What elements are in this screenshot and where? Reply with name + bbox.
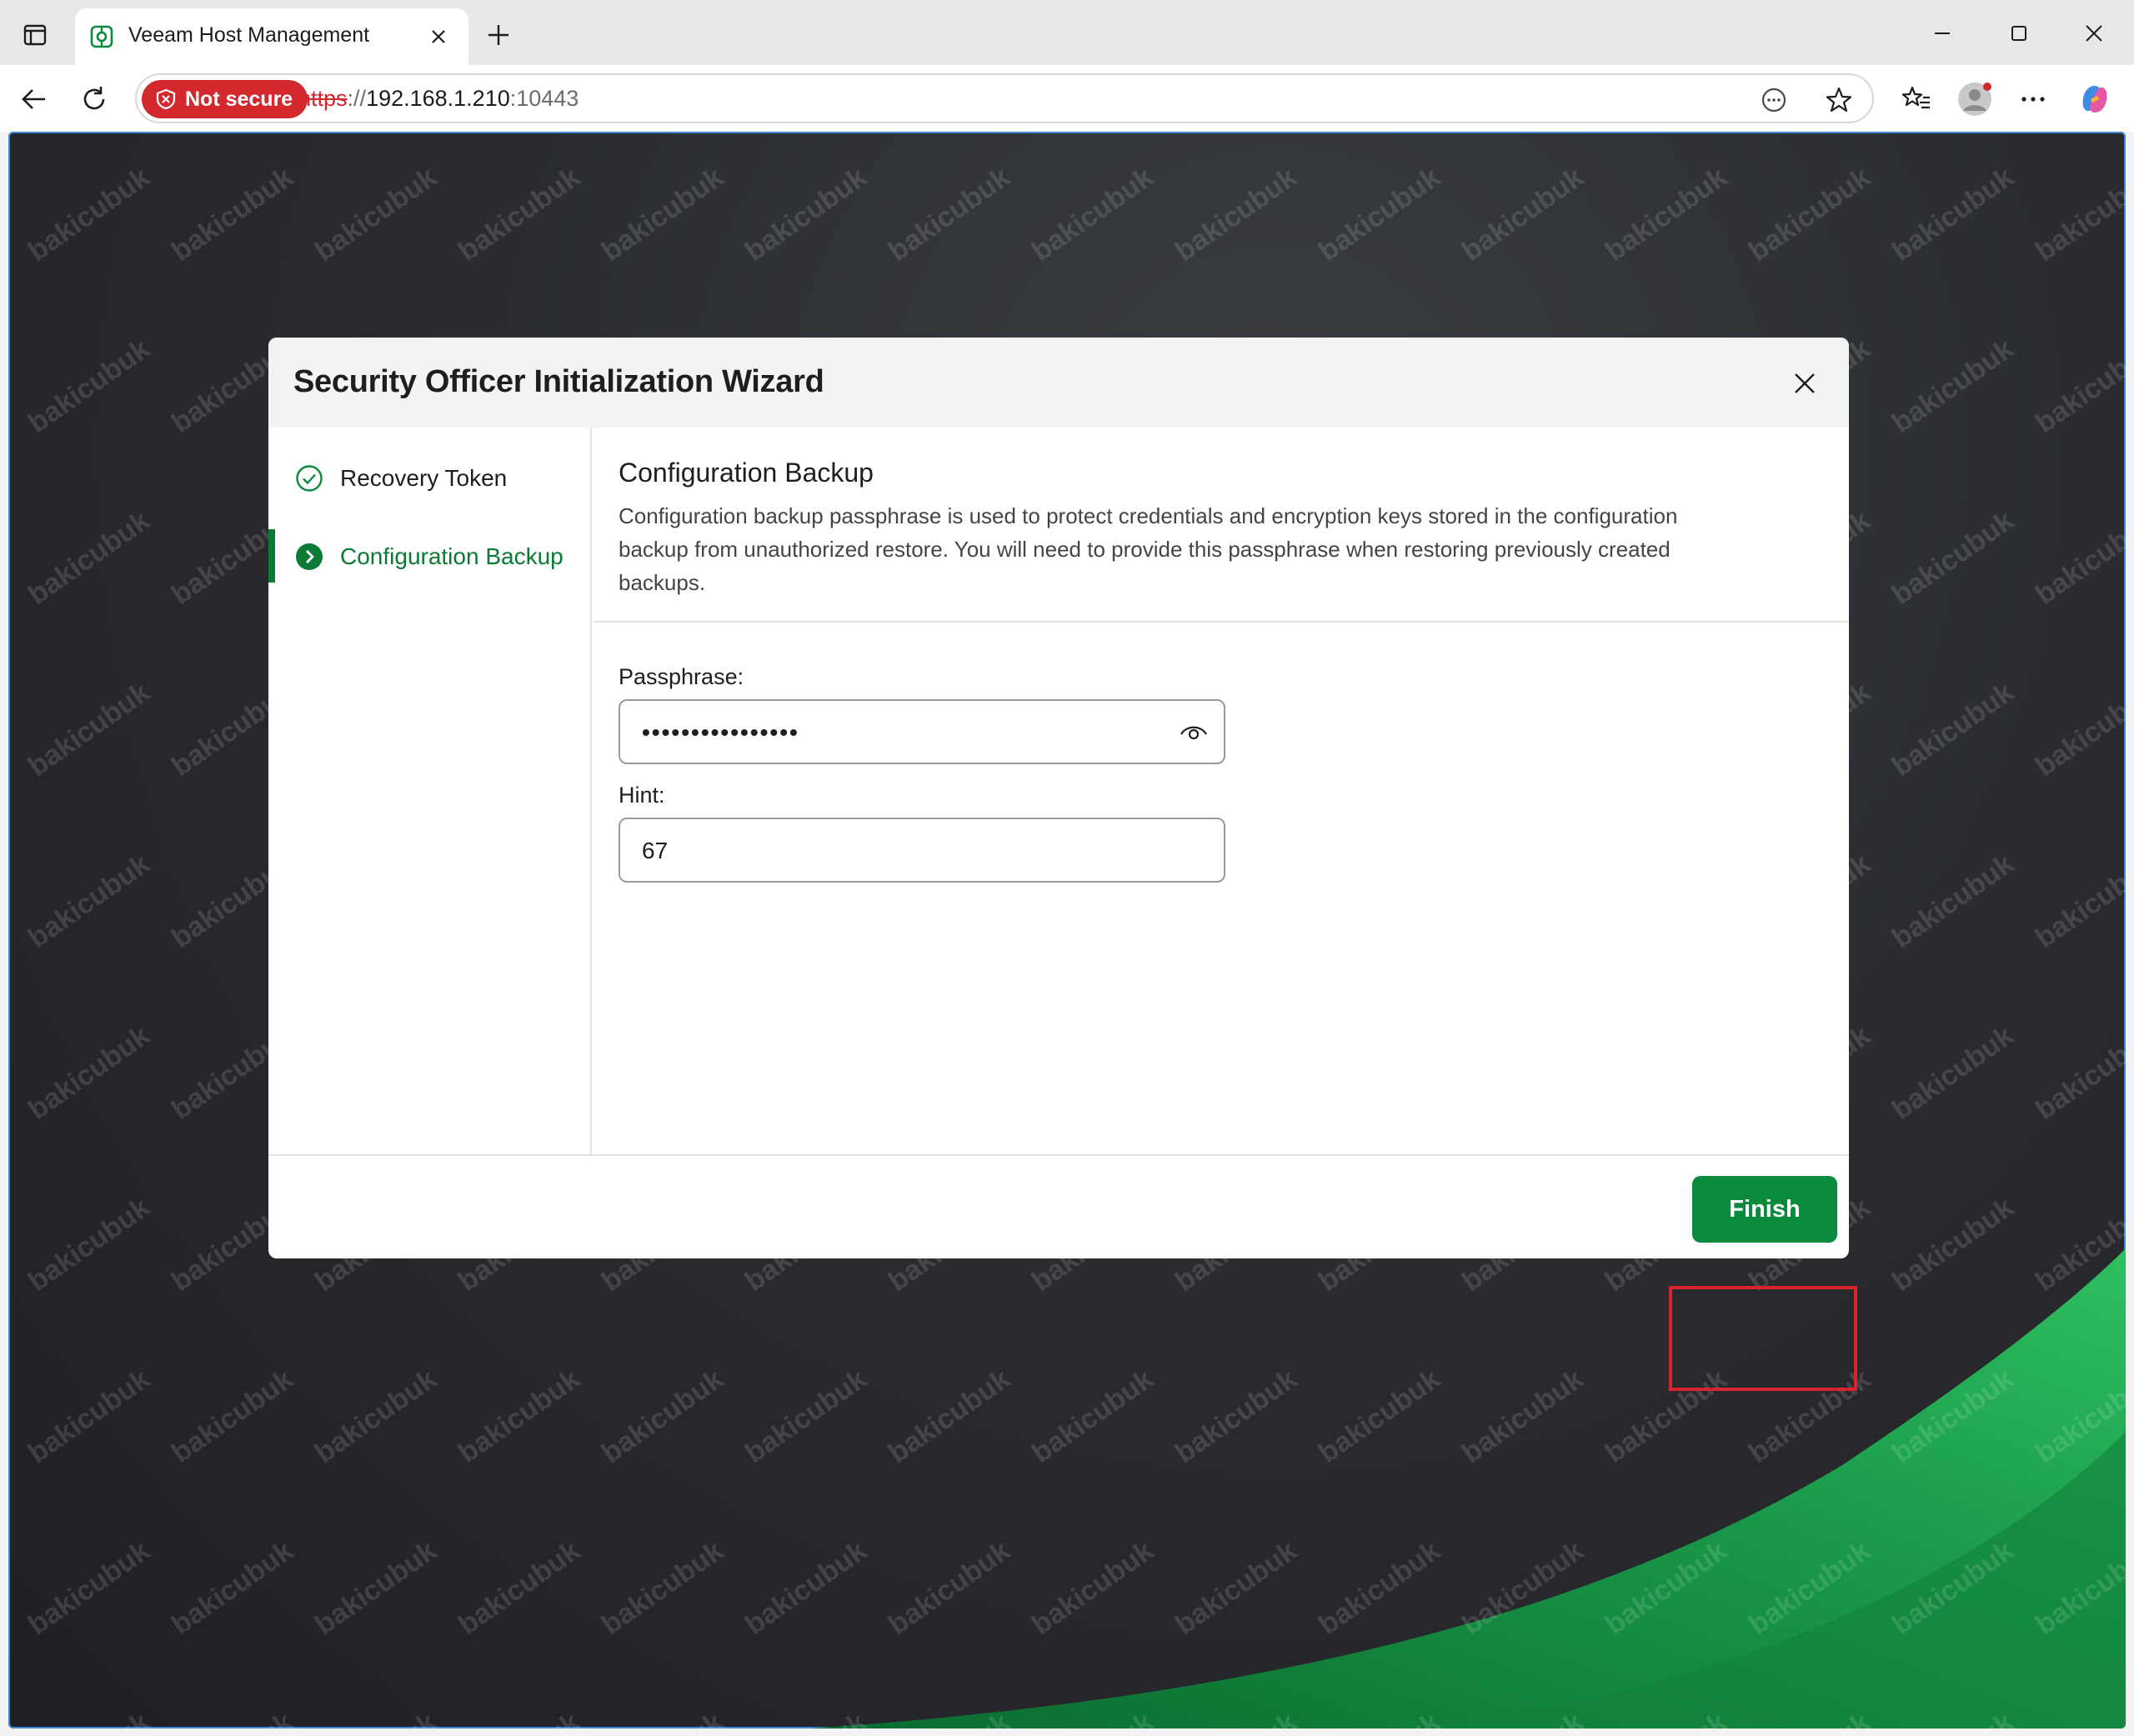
hint-value: 67	[642, 838, 669, 863]
url-text: https://192.168.1.210:10443	[298, 86, 579, 111]
step-configuration-backup[interactable]: Configuration Backup	[268, 529, 590, 583]
browser-tab-active[interactable]: Veeam Host Management	[75, 8, 468, 65]
not-secure-label: Not secure	[185, 88, 293, 111]
active-step-marker	[268, 529, 275, 583]
step-label: Configuration Backup	[340, 543, 564, 569]
hint-label: Hint:	[619, 783, 665, 808]
section-title: Configuration Backup	[619, 458, 874, 488]
show-password-eye-icon[interactable]	[1179, 719, 1209, 746]
favorites-list-icon[interactable]	[1897, 80, 1936, 118]
passphrase-input[interactable]: ••••••••••••••••	[619, 699, 1225, 764]
step-recovery-token[interactable]: Recovery Token	[268, 451, 590, 504]
refresh-icon[interactable]	[75, 80, 113, 118]
more-options-icon[interactable]	[2014, 80, 2052, 118]
tab-title: Veeam Host Management	[128, 23, 370, 47]
section-header: Configuration Backup Configuration backu…	[594, 428, 1849, 623]
maximize-icon[interactable]	[1999, 15, 2039, 52]
wizard-steps-panel: Recovery Token Configuration Backup	[268, 428, 592, 1154]
tab-actions-icon[interactable]	[18, 18, 52, 52]
finish-button[interactable]: Finish	[1692, 1176, 1837, 1243]
passphrase-value: ••••••••••••••••	[642, 719, 799, 745]
hint-input[interactable]: 67	[619, 818, 1225, 883]
profile-avatar-icon[interactable]	[1956, 80, 1994, 118]
check-circle-icon	[295, 464, 323, 493]
tab-close-icon[interactable]	[423, 22, 453, 52]
minimize-icon[interactable]	[1922, 15, 1962, 52]
address-bar[interactable]: Not secure https://192.168.1.210:10443	[135, 73, 1874, 123]
section-description: Configuration backup passphrase is used …	[619, 503, 1678, 595]
not-secure-badge[interactable]: Not secure	[142, 80, 308, 118]
veeam-favicon-icon	[90, 25, 113, 48]
browser-tab-bar: Veeam Host Management	[0, 0, 2134, 65]
back-arrow-icon[interactable]	[15, 80, 53, 118]
browser-toolbar: Not secure https://192.168.1.210:10443	[0, 65, 2134, 132]
security-officer-wizard-dialog: Security Officer Initialization Wizard R…	[268, 338, 1849, 1258]
dialog-footer: Finish	[268, 1154, 1849, 1258]
new-tab-plus-icon[interactable]	[482, 18, 515, 52]
wizard-content: Configuration Backup Configuration backu…	[594, 428, 1849, 1154]
chevron-right-circle-icon	[295, 543, 323, 571]
passphrase-label: Passphrase:	[619, 664, 744, 689]
copilot-icon[interactable]	[2076, 80, 2114, 118]
dialog-header: Security Officer Initialization Wizard	[268, 338, 1849, 428]
dialog-title: Security Officer Initialization Wizard	[293, 364, 824, 399]
window-close-icon[interactable]	[2074, 15, 2114, 52]
step-label: Recovery Token	[340, 465, 508, 491]
reading-mode-icon[interactable]	[1757, 83, 1791, 117]
favorite-star-icon[interactable]	[1822, 83, 1856, 117]
dialog-close-icon[interactable]	[1787, 366, 1822, 401]
